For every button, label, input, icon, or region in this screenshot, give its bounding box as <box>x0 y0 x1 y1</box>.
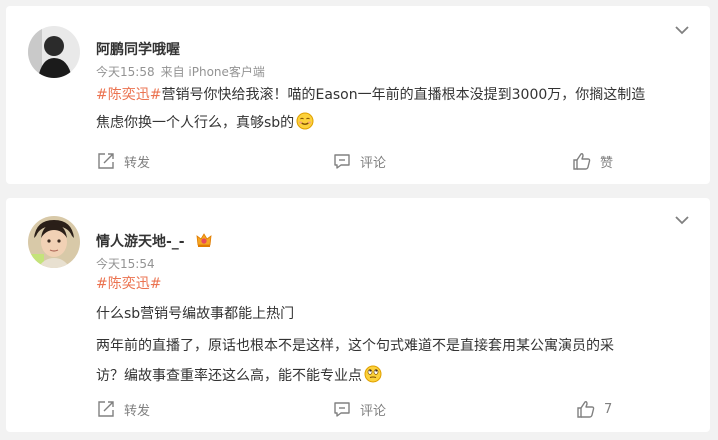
post-meta: 今天15:58 来自 iPhone客户端 <box>96 63 271 80</box>
smile-emoji-icon <box>296 112 314 130</box>
action-bar: 转发 评论 赞 <box>6 151 710 171</box>
action-bar: 转发 评论 7 <box>6 399 710 419</box>
topic-tag[interactable]: #陈奕迅# <box>96 87 161 103</box>
repost-icon <box>98 153 114 169</box>
comment-line: 两年前的直播了，原话也根本不是这样，这个句式难道不是直接套用某公寓演员的采 <box>96 338 614 354</box>
post-time: 今天15:58 <box>96 65 155 79</box>
topic-tag[interactable]: #陈奕迅# <box>96 276 161 292</box>
post-time: 今天15:54 <box>96 257 155 271</box>
comment-text: #陈奕迅# 什么sb营销号编故事都能上热门 两年前的直播了，原话也根本不是这样，… <box>96 272 686 390</box>
thumbs-up-icon <box>573 153 591 170</box>
comment-label: 评论 <box>360 403 387 419</box>
repost-label: 转发 <box>124 155 151 171</box>
avatar[interactable] <box>28 26 80 78</box>
comment-icon <box>334 154 350 169</box>
repost-label: 转发 <box>124 403 151 419</box>
comment-button[interactable]: 评论 <box>332 399 386 419</box>
eye-roll-emoji-icon <box>364 365 382 383</box>
repost-button[interactable]: 转发 <box>96 399 150 419</box>
chevron-down-icon[interactable] <box>674 215 690 225</box>
comment-icon <box>334 402 350 417</box>
repost-icon <box>98 401 114 417</box>
comment-line: 营销号你快给我滚！喵的Eason一年前的直播根本没提到3000万，你搁这制造 <box>161 87 646 103</box>
comment-text: #陈奕迅#营销号你快给我滚！喵的Eason一年前的直播根本没提到3000万，你搁… <box>96 81 686 137</box>
comment-card: 阿鹏同学哦喔 今天15:58 来自 iPhone客户端 #陈奕迅#营销号你快给我滚… <box>6 6 710 184</box>
chevron-down-icon[interactable] <box>674 25 690 35</box>
like-button[interactable]: 赞 <box>572 151 613 171</box>
avatar[interactable] <box>28 216 80 268</box>
comment-button[interactable]: 评论 <box>332 151 386 171</box>
post-source: 来自 iPhone客户端 <box>160 65 265 79</box>
repost-button[interactable]: 转发 <box>96 151 150 171</box>
comment-line: 焦虑你换一个人行么，真够sb的 <box>96 115 295 131</box>
like-button[interactable]: 7 <box>576 399 612 419</box>
like-count: 赞 <box>600 155 614 171</box>
username[interactable]: 情人游天地-_- <box>96 231 185 251</box>
comment-line: 什么sb营销号编故事都能上热门 <box>96 306 295 322</box>
comment-line: 访？编故事查重率还这么高，能不能专业点 <box>96 368 362 384</box>
username[interactable]: 阿鹏同学哦喔 <box>96 39 180 59</box>
vip-crown-icon[interactable] <box>195 231 213 249</box>
like-count: 7 <box>604 401 613 417</box>
comment-label: 评论 <box>360 155 387 171</box>
thumbs-up-icon <box>577 401 595 418</box>
post-meta: 今天15:54 <box>96 255 161 272</box>
comment-card: 情人游天地-_- 今天15:54 #陈奕迅# 什么sb营销号编故事都能上热门 两… <box>6 198 710 432</box>
